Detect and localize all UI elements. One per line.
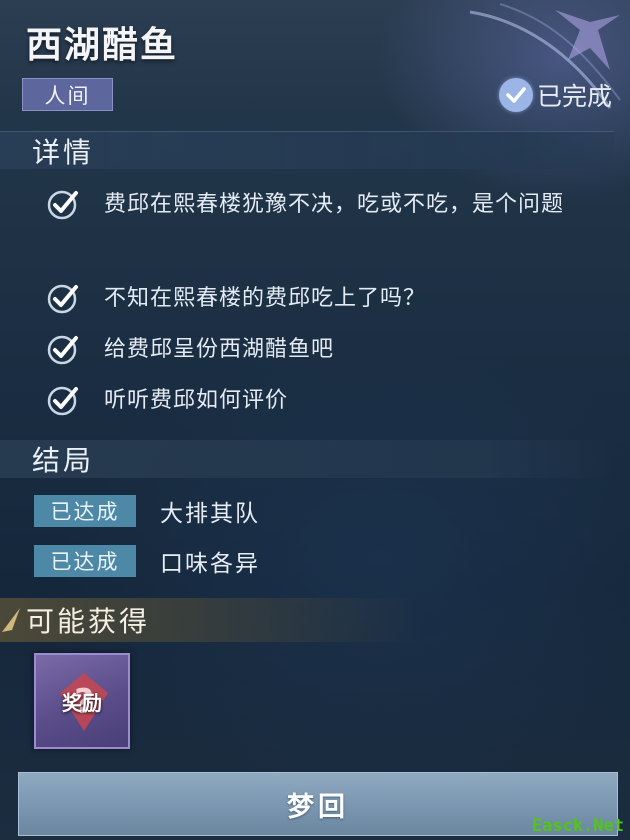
task-item: 不知在熙春楼的费邱吃上了吗？ [46, 282, 624, 315]
ending-item: 已达成 口味各异 [34, 544, 260, 578]
ending-name: 大排其队 [160, 501, 260, 527]
endings-heading: 结局 [0, 440, 614, 478]
completed-status: 已完成 [498, 77, 612, 113]
task-item: 听听费邱如何评价 [46, 384, 624, 417]
task-text: 不知在熙春楼的费邱吃上了吗？ [104, 286, 427, 311]
watermark: Easck.Net [531, 816, 624, 836]
details-heading: 详情 [0, 131, 614, 169]
details-heading-label: 详情 [32, 135, 95, 169]
checkmark-icon [47, 284, 78, 314]
ending-name: 口味各异 [160, 551, 260, 577]
task-text: 费邱在熙春楼犹豫不决，吃或不吃，是个问题 [104, 192, 565, 217]
realm-tag: 人间 [22, 78, 113, 111]
ending-item: 已达成 大排其队 [34, 494, 260, 528]
rewards-heading: 可能获得 [0, 598, 420, 642]
task-text: 给费邱呈份西湖醋鱼吧 [104, 337, 335, 362]
ending-achieved-badge: 已达成 [34, 495, 136, 527]
sparkle-icon [2, 608, 20, 632]
check-circle-icon [498, 78, 533, 112]
checkmark-icon [47, 335, 78, 365]
dream-return-button[interactable]: 梦回 [18, 772, 618, 836]
ending-achieved-badge: 已达成 [34, 545, 136, 577]
task-item: 给费邱呈份西湖醋鱼吧 [46, 333, 624, 366]
reward-item-card[interactable]: ? 奖励 [34, 653, 130, 749]
checkmark-icon [47, 386, 78, 416]
quest-detail-panel: 西湖醋鱼 人间 已完成 详情 费邱在熙春楼犹豫不决，吃或不吃，是个问题 不知在熙… [0, 0, 630, 840]
checkmark-icon [47, 190, 78, 220]
quest-title: 西湖醋鱼 [26, 25, 179, 66]
endings-heading-label: 结局 [32, 444, 95, 477]
task-text: 听听费邱如何评价 [104, 388, 289, 413]
reward-card-label: 奖励 [62, 691, 102, 715]
rewards-heading-label: 可能获得 [26, 605, 151, 638]
task-item: 费邱在熙春楼犹豫不决，吃或不吃，是个问题 [46, 188, 624, 221]
completed-label: 已完成 [536, 82, 612, 111]
